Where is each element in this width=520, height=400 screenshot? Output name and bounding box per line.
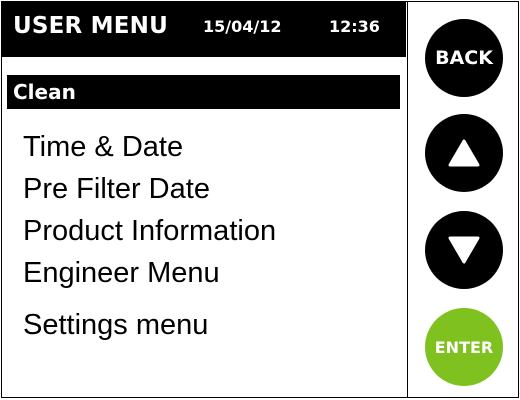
menu-item-product-information[interactable]: Product Information — [23, 215, 276, 248]
triangle-up-icon — [448, 139, 480, 167]
selected-menu-item-label: Clean — [13, 80, 76, 104]
back-button[interactable]: BACK — [425, 19, 503, 97]
down-button[interactable] — [425, 211, 503, 289]
back-button-label: BACK — [435, 47, 493, 69]
enter-button-label: ENTER — [434, 337, 494, 357]
header-time: 12:36 — [329, 17, 380, 36]
header-bar: USER MENU 15/04/12 12:36 — [1, 1, 406, 57]
menu-item-engineer-menu[interactable]: Engineer Menu — [23, 257, 220, 290]
up-button[interactable] — [425, 114, 503, 192]
selected-menu-item[interactable]: Clean — [7, 75, 400, 109]
header-date: 15/04/12 — [203, 17, 282, 36]
menu-title: USER MENU — [13, 13, 168, 39]
menu-item-settings-menu[interactable]: Settings menu — [23, 309, 208, 342]
enter-button[interactable]: ENTER — [425, 308, 503, 386]
menu-item-time-date[interactable]: Time & Date — [23, 131, 183, 164]
triangle-down-icon — [448, 236, 480, 264]
menu-item-pre-filter-date[interactable]: Pre Filter Date — [23, 173, 210, 206]
